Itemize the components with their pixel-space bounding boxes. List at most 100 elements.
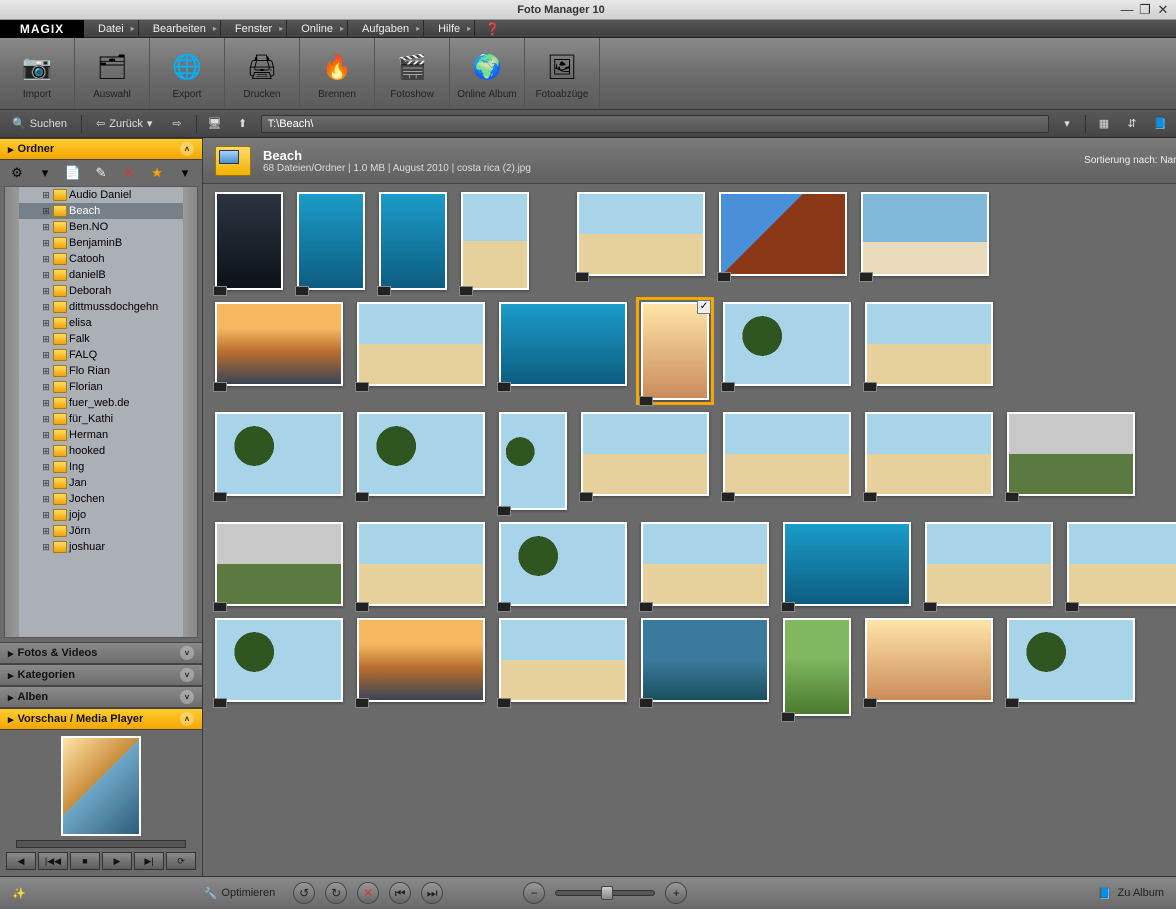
thumbnail[interactable] — [925, 522, 1053, 606]
folder-item[interactable]: ⊞Ing — [19, 459, 183, 475]
rotate-right-button[interactable]: ↻ — [325, 882, 347, 904]
folder-item[interactable]: ⊞Florian — [19, 379, 183, 395]
thumbnail[interactable] — [215, 412, 343, 496]
minimize-button[interactable]: — — [1118, 2, 1136, 17]
preview-slider[interactable] — [16, 840, 186, 848]
tree-scroll-right[interactable] — [183, 187, 197, 637]
folder-item[interactable]: ⊞Herman — [19, 427, 183, 443]
menu-bearbeiten[interactable]: Bearbeiten — [139, 20, 221, 38]
expand-icon[interactable]: ⊞ — [41, 542, 51, 553]
thumbnail[interactable] — [215, 192, 283, 290]
expand-icon[interactable]: ⊞ — [41, 206, 51, 217]
sort-label[interactable]: Sortierung nach: Name — [1084, 155, 1176, 166]
zoom-in-button[interactable]: + — [665, 882, 687, 904]
expand-icon[interactable]: ⊞ — [41, 462, 51, 473]
expand-icon[interactable]: ⊞ — [41, 446, 51, 457]
folder-item[interactable]: ⊞dittmussdochgehn — [19, 299, 183, 315]
tool-drucken[interactable]: 🖨Drucken — [225, 38, 300, 109]
zoom-slider[interactable] — [555, 890, 655, 896]
expand-icon[interactable]: ⊞ — [41, 478, 51, 489]
thumbnail[interactable] — [461, 192, 529, 290]
thumbnail[interactable] — [215, 302, 343, 386]
expand-icon[interactable]: ⊞ — [41, 334, 51, 345]
dropdown-icon[interactable]: ▾ — [36, 164, 54, 182]
folder-item[interactable]: ⊞Jan — [19, 475, 183, 491]
expand-icon[interactable]: ⊞ — [41, 526, 51, 537]
thumbnail[interactable] — [783, 522, 911, 606]
thumbnail[interactable] — [499, 302, 627, 386]
menu-fenster[interactable]: Fenster — [221, 20, 287, 38]
thumbnail[interactable] — [1007, 618, 1135, 702]
sort-button[interactable]: ⇵ — [1122, 115, 1142, 133]
folder-item[interactable]: ⊞Deborah — [19, 283, 183, 299]
expand-icon[interactable]: ⊞ — [41, 254, 51, 265]
back-button[interactable]: ⇦Zurück▾ — [90, 115, 158, 132]
panel-vorschau[interactable]: ▸ Vorschau / Media Player˄ — [0, 708, 202, 730]
folder-item[interactable]: ⊞Catooh — [19, 251, 183, 267]
folder-item[interactable]: ⊞danielB — [19, 267, 183, 283]
preview-image[interactable] — [61, 736, 141, 836]
folder-item[interactable]: ⊞Flo Rian — [19, 363, 183, 379]
thumbnail[interactable] — [641, 522, 769, 606]
gear-icon[interactable]: ⚙ — [8, 164, 26, 182]
wand-icon[interactable]: ✨ — [12, 887, 26, 900]
zoom-out-button[interactable]: − — [523, 882, 545, 904]
folder-item[interactable]: ⊞FALQ — [19, 347, 183, 363]
expand-icon[interactable]: ⊞ — [41, 366, 51, 377]
path-dropdown[interactable]: ▾ — [1057, 115, 1077, 133]
expand-icon[interactable]: ⊞ — [41, 270, 51, 281]
book-icon[interactable]: 📘 — [1150, 115, 1170, 133]
path-field[interactable]: T:\Beach\ — [261, 115, 1049, 133]
next-image-button[interactable]: ⏭ — [421, 882, 443, 904]
play-button[interactable]: ▶ — [102, 852, 132, 870]
thumbnail[interactable] — [861, 192, 989, 276]
zoom-handle[interactable] — [601, 886, 613, 900]
thumbnail[interactable] — [357, 522, 485, 606]
panel-alben[interactable]: ▸ Alben˅ — [0, 686, 202, 708]
folder-item[interactable]: ⊞BenjaminB — [19, 235, 183, 251]
help-icon[interactable]: ❓ — [475, 22, 510, 36]
thumbnail[interactable] — [499, 522, 627, 606]
star-icon[interactable]: ★ — [148, 164, 166, 182]
expand-icon[interactable]: ⊞ — [41, 494, 51, 505]
tool-import[interactable]: 📷Import — [0, 38, 75, 109]
folder-item[interactable]: ⊞für_Kathi — [19, 411, 183, 427]
thumbnail[interactable] — [723, 302, 851, 386]
thumbnail[interactable] — [865, 618, 993, 702]
thumbnail[interactable] — [641, 618, 769, 702]
folder-item[interactable]: ⊞Jochen — [19, 491, 183, 507]
folder-item[interactable]: ⊞Audio Daniel — [19, 187, 183, 203]
tool-online-album[interactable]: 🌍Online Album — [450, 38, 525, 109]
menu-aufgaben[interactable]: Aufgaben — [348, 20, 424, 38]
next-button[interactable]: ▶| — [134, 852, 164, 870]
dropdown-icon[interactable]: ▾ — [176, 164, 194, 182]
thumbnail[interactable] — [499, 618, 627, 702]
expand-icon[interactable]: ⊞ — [41, 510, 51, 521]
tool-brennen[interactable]: 🔥Brennen — [300, 38, 375, 109]
folder-item[interactable]: ⊞Falk — [19, 331, 183, 347]
expand-icon[interactable]: ⊞ — [41, 318, 51, 329]
folder-item[interactable]: ⊞elisa — [19, 315, 183, 331]
folder-item[interactable]: ⊞joshuar — [19, 539, 183, 555]
thumbnail[interactable] — [357, 618, 485, 702]
thumbnail[interactable] — [297, 192, 365, 290]
prev-image-button[interactable]: ⏮ — [389, 882, 411, 904]
panel-kategorien[interactable]: ▸ Kategorien˅ — [0, 664, 202, 686]
thumbnail[interactable] — [499, 412, 567, 510]
folder-item[interactable]: ⊞fuer_web.de — [19, 395, 183, 411]
prev-button[interactable]: ◀ — [6, 852, 36, 870]
thumbnail[interactable] — [1007, 412, 1135, 496]
up-button[interactable]: ⬆ — [233, 115, 253, 133]
thumbnail[interactable] — [719, 192, 847, 276]
thumbnail[interactable] — [577, 192, 705, 276]
thumbnail[interactable] — [581, 412, 709, 496]
panel-ordner[interactable]: ▸ Ordner˄ — [0, 138, 202, 160]
expand-icon[interactable]: ⊞ — [41, 350, 51, 361]
computer-icon[interactable]: 🖥 — [205, 115, 225, 133]
thumbnail[interactable] — [1067, 522, 1176, 606]
delete-button[interactable]: ✕ — [357, 882, 379, 904]
thumbnail[interactable] — [865, 302, 993, 386]
tool-fotoabzuege[interactable]: 🖼Fotoabzüge — [525, 38, 600, 109]
expand-icon[interactable]: ⊞ — [41, 430, 51, 441]
expand-icon[interactable]: ⊞ — [41, 382, 51, 393]
